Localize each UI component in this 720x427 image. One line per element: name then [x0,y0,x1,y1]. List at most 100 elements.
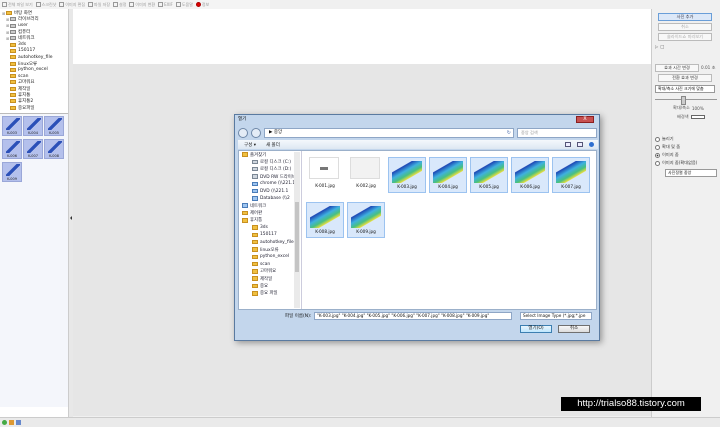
tree-item-label: 휴지통2 [18,99,34,105]
nav-item[interactable]: 중요 [239,282,301,289]
file-item[interactable]: K-004.jpg [429,157,467,193]
nav-item[interactable]: DVD (\\221.1 [239,187,301,194]
cancel-dialog-button[interactable]: 취소 [558,325,590,333]
fit-radio[interactable]: 확대 및 줌 [655,144,717,150]
dialog-title: 열기 [238,117,247,122]
nav-item-label: 로컬 디스크 (D:) [260,167,292,173]
close-button[interactable]: X [576,116,594,123]
nav-item[interactable]: 제어판 [239,209,301,216]
view-mode-icon[interactable] [565,142,571,147]
folder-icon [252,283,258,289]
folder-icon [10,36,16,41]
zoom-slider[interactable] [655,96,717,105]
file-name: K-004.jpg [438,184,458,189]
nav-item[interactable]: Database (\\2 [239,195,301,202]
preview-pane-icon[interactable] [577,142,583,147]
thumbnail[interactable]: K-005 [44,116,64,136]
toolbar-button[interactable]: EXIF [158,2,173,7]
folder-icon [242,218,248,223]
organize-menu[interactable]: 구성 ▾ [244,142,256,148]
collapse-arrow-icon[interactable] [70,216,72,220]
nav-item[interactable]: DVD RW 드라이브 [239,173,301,180]
toolbar-button[interactable]: 도움말 [175,2,193,8]
folder-icon [10,80,16,85]
file-item[interactable]: K-007.jpg [552,157,590,193]
forward-button[interactable] [251,127,261,138]
transition-effect-button[interactable]: 전환 효과 변경 [658,74,712,82]
play-status-icon[interactable] [2,420,7,425]
record-status-icon[interactable] [9,420,14,425]
fit-radio[interactable]: 이미지 줌 [655,152,717,158]
nav-item[interactable]: 즐겨찾기 [239,151,301,158]
slideshow-preview-button[interactable]: 슬라이드쇼 미리보기 [658,33,712,41]
search-input[interactable]: 중앙 검색 [517,127,597,138]
nav-item[interactable]: linux오류 [239,246,301,253]
nav-item[interactable]: 3ds [239,224,301,231]
file-item[interactable]: K-006.jpg [511,157,549,193]
file-item[interactable]: K-003.jpg [388,157,426,193]
play-icon[interactable]: ▷ [655,44,658,49]
nav-scrollbar[interactable] [294,152,300,308]
nav-item[interactable]: 고마워요 [239,268,301,275]
effect-time-button[interactable]: 효과 시간 변경 [655,64,699,72]
back-button[interactable] [238,127,248,138]
thumbnail[interactable]: K-003 [2,116,22,136]
filename-label: 파일 이름(N): [285,314,312,319]
add-photo-button[interactable]: 사진 추가 [658,13,712,21]
settings-status-icon[interactable] [16,420,21,425]
file-item[interactable]: K-009.jpg [347,202,385,238]
file-name: K-006.jpg [520,184,540,189]
thumbnail[interactable]: K-006 [2,139,22,159]
refresh-icon[interactable]: ↻ [507,129,511,137]
nav-item[interactable]: 로컬 디스크 (D:) [239,166,301,173]
nav-item[interactable]: autohotkey_file [239,239,301,246]
tree-item[interactable]: 중요파일 [2,104,66,111]
filetype-select[interactable]: Select Image Type (*.jpg;*.jpe [520,312,592,320]
toolbar-button[interactable]: 파일 저장 [88,2,110,8]
toolbar-icon [158,2,164,7]
toolbar-button[interactable]: 이미지 편집 [59,2,85,8]
open-button[interactable]: 열기(O) [520,325,552,333]
fit-mode-select[interactable]: 확대/축소 사진 크기에 맞춤 [655,85,715,93]
bg-color-swatch[interactable] [690,115,705,119]
toolbar-label: 스크린샷 [41,1,57,7]
toolbar-button[interactable]: 정보 [195,2,209,8]
cancel-button[interactable]: 취소 [658,23,712,31]
nav-item[interactable]: 로컬 디스크 (C:) [239,158,301,165]
nav-item[interactable]: chrome (\\221.1 [239,180,301,187]
stop-icon[interactable]: □ [660,44,664,49]
toolbar-button[interactable]: 이미지 변환 [129,2,155,8]
thumbnail[interactable]: K-009 [2,162,22,182]
file-item[interactable]: K-008.jpg [306,202,344,238]
nav-item-label: 제어판 [250,211,263,217]
nav-item-label: autohotkey_file [260,239,294,245]
nav-item[interactable]: scan [239,260,301,267]
file-thumbnail [350,157,380,179]
nav-item[interactable]: 제작일 [239,275,301,282]
fit-radio[interactable]: 늘리기 [655,136,717,142]
fit-radio[interactable]: 이미지 줌(확대없음) [655,160,717,166]
radio-icon [655,144,660,150]
help-icon[interactable] [589,142,594,147]
nav-item[interactable]: 네트워크 [239,202,301,209]
filename-input[interactable]: "K-003.jpg" "K-004.jpg" "K-005.jpg" "K-0… [314,312,512,320]
nav-item[interactable]: 150117 [239,231,301,238]
tree-item-label: 라이브러리 [18,17,39,23]
file-item[interactable]: K-005.jpg [470,157,508,193]
thumbnail[interactable]: K-008 [44,139,64,159]
nav-item[interactable]: python_excel [239,253,301,260]
navigation-pane: 즐겨찾기 로컬 디스크 (C:) 로컬 디스크 (D:) DVD RW 드라이브 chr… [239,151,302,309]
thumbnail[interactable]: K-007 [23,139,43,159]
toolbar-button[interactable]: 스크린샷 [35,1,57,8]
new-folder-button[interactable]: 새 폴더 [266,142,280,148]
toolbar-button[interactable]: 설정 [113,2,126,8]
thumbnail[interactable]: K-004 [23,116,43,136]
nav-item[interactable]: 중요 파일 [239,290,301,297]
file-item[interactable]: K-002.jpg [347,154,385,190]
bg-color-label: 배경색 [677,114,689,119]
toolbar-button[interactable]: 전체 파일 보기 [2,2,33,8]
nav-item[interactable]: 휴지통 [239,217,301,224]
file-item[interactable]: K-001.jpg [306,154,344,190]
photo-align-select[interactable]: 사진정렬 중앙 [665,169,717,177]
address-field[interactable]: ▶ 중앙 ↻ [264,127,514,138]
